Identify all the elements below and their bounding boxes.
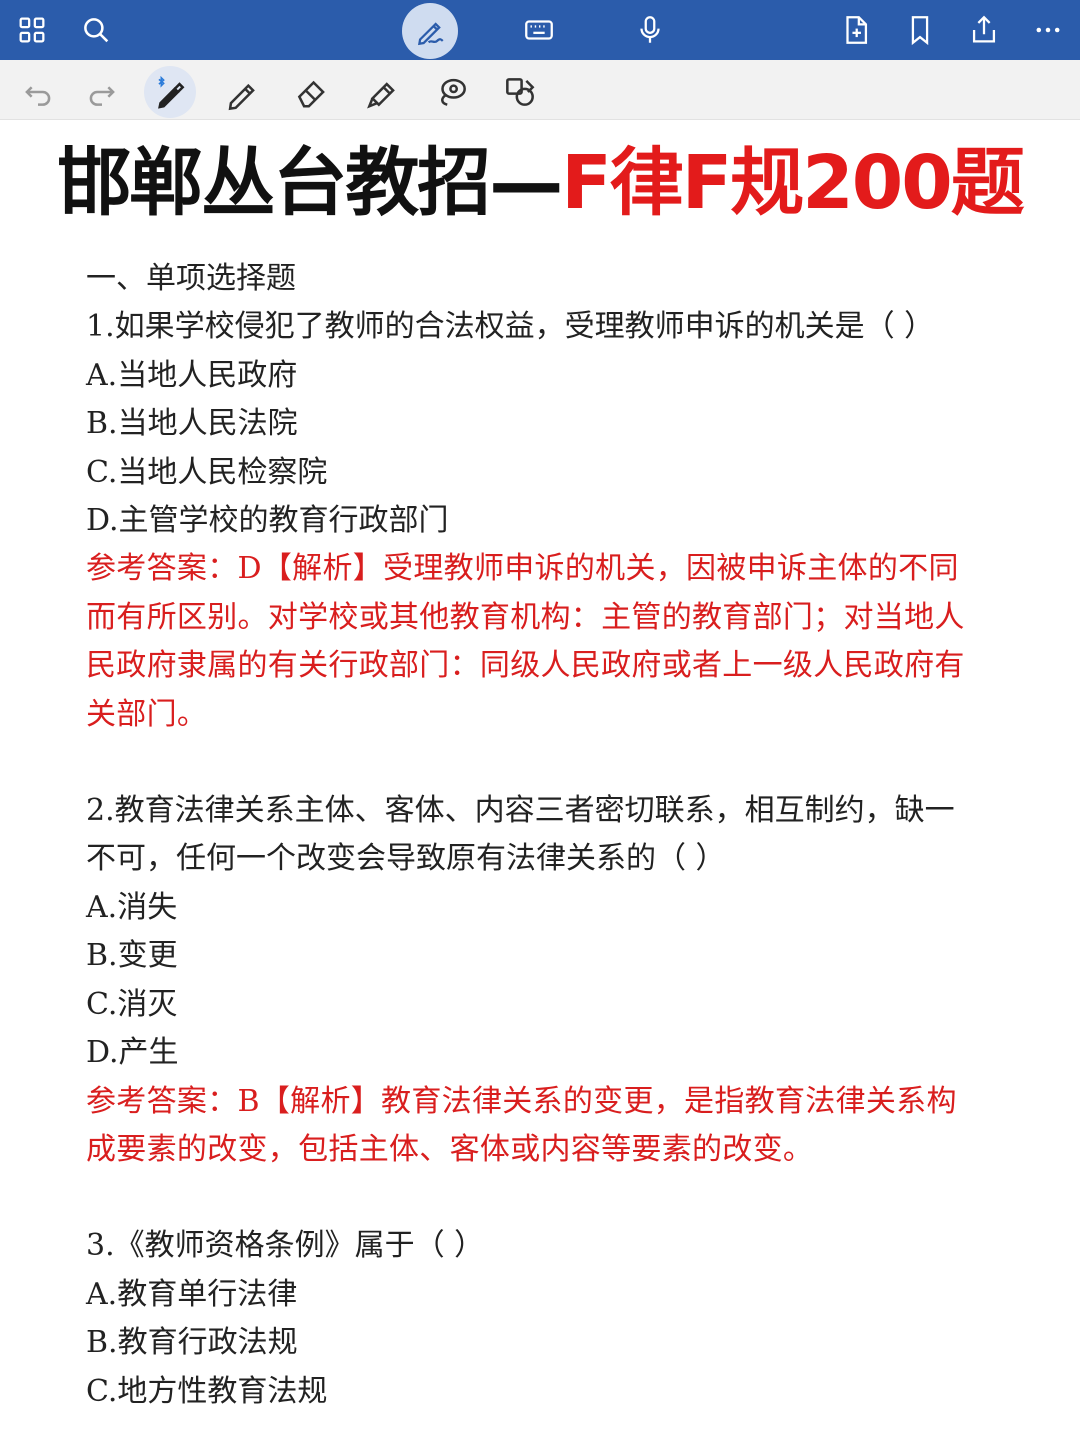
- document-page: 邯郸丛台教招—F律F规200题 一、单项选择题 1.如果学校侵犯了教师的合法权益…: [0, 121, 1080, 1440]
- option-b: B.变更: [86, 938, 178, 974]
- option-c: C.地方性教育法规: [86, 1373, 328, 1409]
- bookmark-icon[interactable]: [892, 0, 948, 60]
- option-b: B.教育行政法规: [86, 1325, 298, 1361]
- top-app-bar: [0, 0, 1080, 60]
- answer-line: 参考答案：B【解析】教育法律关系的变更，是指教育法律关系构: [86, 1083, 957, 1119]
- shapes-icon[interactable]: [494, 66, 546, 118]
- share-icon[interactable]: [956, 0, 1012, 60]
- redo-icon[interactable]: [76, 66, 128, 118]
- title-prefix: 邯郸丛台教招—: [57, 140, 563, 226]
- option-a: A.教育单行法律: [86, 1276, 298, 1312]
- section-heading: 一、单项选择题: [86, 261, 296, 296]
- grid-icon[interactable]: [4, 0, 60, 60]
- answer-line: 而有所区别。对学校或其他教育机构：主管的教育部门；对当地人: [86, 599, 965, 635]
- title-highlight: F律F规200题: [561, 140, 1025, 226]
- pen-mode-icon[interactable]: [402, 3, 458, 59]
- option-c: C.消灭: [86, 986, 178, 1022]
- drawing-toolbar: [0, 60, 1080, 120]
- answer-line: 关部门。: [86, 696, 208, 732]
- undo-icon[interactable]: [12, 66, 64, 118]
- pencil-icon[interactable]: [216, 66, 268, 118]
- option-c: C.当地人民检察院: [86, 454, 328, 490]
- question-stem: 1.如果学校侵犯了教师的合法权益，受理教师申诉的机关是（ ）: [86, 309, 935, 345]
- option-b: B.当地人民法院: [86, 406, 298, 442]
- lasso-icon[interactable]: [426, 66, 478, 118]
- option-a: A.当地人民政府: [86, 357, 298, 393]
- question-stem: 2.教育法律关系主体、客体、内容三者密切联系，相互制约，缺一: [86, 793, 955, 829]
- search-icon[interactable]: [68, 0, 124, 60]
- bluetooth-pen-icon[interactable]: [144, 66, 196, 118]
- more-icon[interactable]: [1020, 0, 1076, 60]
- option-d: D.主管学校的教育行政部门: [86, 503, 449, 539]
- question-stem: 不可，任何一个改变会导致原有法律关系的（ ）: [86, 841, 726, 877]
- page-title: 邯郸丛台教招—F律F规200题: [0, 133, 1080, 233]
- question-list: 一、单项选择题 1.如果学校侵犯了教师的合法权益，受理教师申诉的机关是（ ） A…: [86, 255, 1036, 1416]
- answer-line: 民政府隶属的有关行政部门：同级人民政府或者上一级人民政府有: [86, 648, 965, 684]
- option-d: D.产生: [86, 1035, 179, 1071]
- add-page-icon[interactable]: [828, 0, 884, 60]
- option-a: A.消失: [86, 889, 178, 925]
- answer-line: 成要素的改变，包括主体、客体或内容等要素的改变。: [86, 1131, 814, 1167]
- keyboard-icon[interactable]: [511, 0, 567, 60]
- highlighter-icon[interactable]: [356, 66, 408, 118]
- answer-line: 参考答案：D【解析】受理教师申诉的机关，因被申诉主体的不同: [86, 551, 959, 587]
- question-stem: 3.《教师资格条例》属于（ ）: [86, 1228, 485, 1264]
- microphone-icon[interactable]: [622, 0, 678, 60]
- eraser-icon[interactable]: [286, 66, 338, 118]
